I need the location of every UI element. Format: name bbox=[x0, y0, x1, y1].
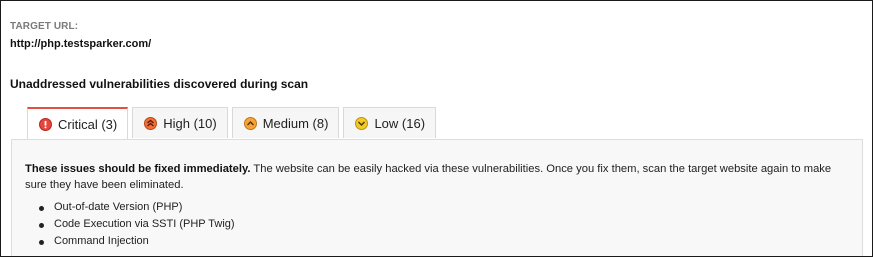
target-url-value: http://php.testsparker.com/ bbox=[10, 38, 152, 50]
tab-high-label: High (10) bbox=[163, 115, 217, 131]
tab-critical-label: Critical (3) bbox=[58, 117, 118, 132]
vulnerabilities-heading: Unaddressed vulnerabilities discovered d… bbox=[10, 77, 309, 91]
panel-description: These issues should be fixed immediately… bbox=[25, 161, 855, 193]
panel-lead-text: These issues should be fixed immediately… bbox=[25, 163, 251, 175]
tab-critical[interactable]: Critical (3) bbox=[27, 107, 129, 140]
high-double-chevron-icon bbox=[144, 116, 158, 130]
issue-list: Out-of-date Version (PHP) Code Execution… bbox=[39, 199, 235, 250]
list-item: Out-of-date Version (PHP) bbox=[39, 199, 235, 216]
medium-chevron-up-icon bbox=[243, 116, 257, 130]
tab-low[interactable]: Low (16) bbox=[343, 107, 437, 138]
critical-exclamation-icon bbox=[39, 118, 52, 131]
tab-high[interactable]: High (10) bbox=[132, 107, 228, 138]
tab-medium-label: Medium (8) bbox=[262, 115, 329, 131]
report-frame: TARGET URL: http://php.testsparker.com/ … bbox=[0, 0, 873, 257]
target-url-label: TARGET URL: bbox=[10, 21, 79, 32]
list-item: Code Execution via SSTI (PHP Twig) bbox=[39, 216, 235, 233]
tab-low-label: Low (16) bbox=[374, 115, 426, 131]
severity-tabs: Critical (3) High (10) Medium (8) Low (1… bbox=[27, 107, 437, 140]
tab-medium[interactable]: Medium (8) bbox=[231, 107, 340, 138]
list-item: Command Injection bbox=[39, 233, 235, 250]
low-chevron-down-icon bbox=[355, 116, 369, 130]
